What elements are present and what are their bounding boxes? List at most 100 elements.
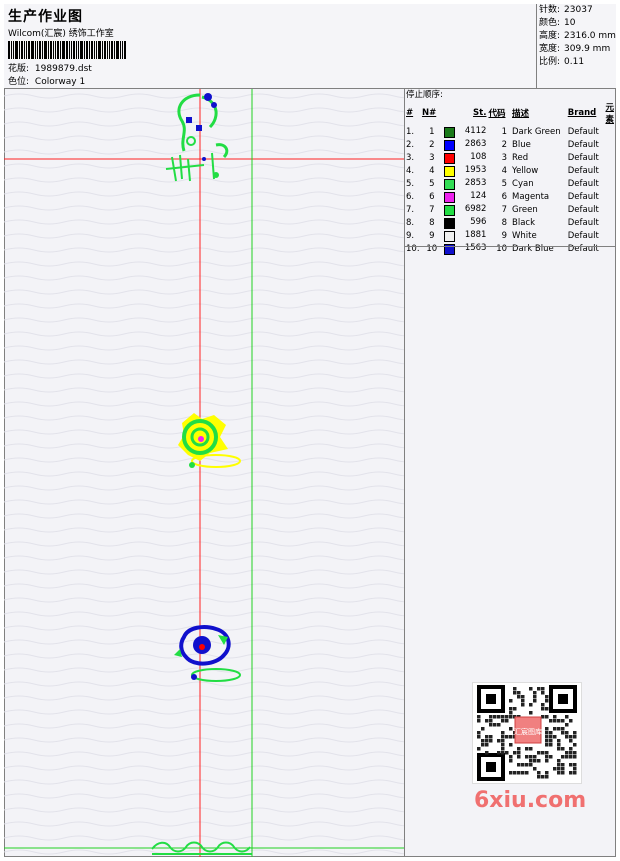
row-code: 10 bbox=[496, 243, 508, 254]
row-code: 2 bbox=[501, 139, 508, 150]
thread-row: 1. 1 4112 1 Dark Green Default bbox=[405, 125, 615, 138]
row-index: 3. bbox=[406, 152, 415, 163]
row-code: 8 bbox=[501, 217, 508, 228]
design-value: 1989879.dst bbox=[34, 64, 92, 74]
info-width: 宽度: 309.9 mm bbox=[539, 44, 611, 54]
sheet-header: 生产作业图 Wilcom(汇宸) 绣饰工作室 花版: 1989879.dst 色… bbox=[4, 4, 616, 89]
row-brand: Default bbox=[567, 139, 599, 150]
thread-color-swatch bbox=[443, 178, 455, 190]
thread-row: 10. 10 1563 10 Dark Blue Default bbox=[405, 242, 615, 255]
panel-divider bbox=[405, 246, 616, 247]
row-code: 9 bbox=[501, 230, 508, 241]
company-name: Wilcom(汇宸) 绣饰工作室 bbox=[8, 29, 114, 39]
row-needle: 5 bbox=[429, 178, 435, 189]
col-element: 元素 bbox=[605, 103, 614, 125]
colorway-line: 色位: Colorway 1 bbox=[8, 74, 85, 87]
row-needle: 1 bbox=[429, 126, 435, 137]
row-stitches: 6982 bbox=[464, 203, 487, 214]
row-needle: 7 bbox=[429, 204, 435, 215]
row-desc: Dark Green bbox=[512, 126, 561, 137]
thread-color-swatch bbox=[443, 152, 455, 164]
barcode-image bbox=[8, 41, 127, 59]
row-needle: 10 bbox=[426, 243, 438, 254]
row-code: 1 bbox=[501, 126, 508, 137]
row-brand: Default bbox=[567, 178, 599, 189]
row-stitches: 2863 bbox=[464, 138, 487, 149]
thread-color-swatch bbox=[443, 217, 455, 229]
watermark-text: 6xiu.com bbox=[474, 788, 587, 813]
thread-color-swatch bbox=[443, 139, 455, 151]
sheet-title: 生产作业图 bbox=[8, 9, 83, 25]
thread-table: # N# St. 代码 描述 Brand 元素 1. 1 4112 1 Dark Gre… bbox=[405, 101, 615, 255]
row-brand: Default bbox=[567, 204, 599, 215]
row-stitches: 2853 bbox=[464, 177, 487, 188]
row-stitches: 108 bbox=[470, 151, 487, 162]
info-scale: 比例: 0.11 bbox=[539, 57, 585, 67]
thread-table-header: # N# St. 代码 描述 Brand 元素 bbox=[405, 101, 615, 125]
row-needle: 8 bbox=[429, 217, 435, 228]
stop-sequence-panel: 停止顺序: # N# St. 代码 描述 Brand 元素 1. 1 4112 1 Da… bbox=[405, 89, 616, 255]
stop-sequence-title: 停止顺序: bbox=[406, 90, 443, 100]
row-element bbox=[604, 177, 615, 190]
row-needle: 2 bbox=[429, 139, 435, 150]
col-brand: Brand bbox=[567, 108, 597, 118]
row-stitches-cell: 596 bbox=[443, 216, 488, 229]
row-desc: Blue bbox=[512, 139, 531, 150]
col-stitches: St. bbox=[473, 108, 487, 118]
row-index: 8. bbox=[406, 217, 415, 228]
row-index: 5. bbox=[406, 178, 415, 189]
thread-color-swatch bbox=[443, 230, 455, 242]
colorway-label: 色位: bbox=[8, 77, 30, 87]
row-brand: Default bbox=[567, 165, 599, 176]
row-desc: Black bbox=[512, 217, 536, 228]
row-element bbox=[604, 203, 615, 216]
row-element bbox=[604, 216, 615, 229]
thread-row: 7. 7 6982 7 Green Default bbox=[405, 203, 615, 216]
row-index: 7. bbox=[406, 204, 415, 215]
row-code: 6 bbox=[501, 191, 508, 202]
embroidery-preview-canvas bbox=[4, 89, 405, 857]
row-index: 4. bbox=[406, 165, 415, 176]
design-file-line: 花版: 1989879.dst bbox=[8, 61, 92, 74]
thread-color-swatch bbox=[443, 191, 455, 203]
row-desc: Yellow bbox=[512, 165, 539, 176]
row-brand: Default bbox=[567, 152, 599, 163]
row-needle: 6 bbox=[429, 191, 435, 202]
row-desc: Red bbox=[512, 152, 529, 163]
row-stitches-cell: 108 bbox=[443, 151, 488, 164]
row-stitches: 1563 bbox=[464, 242, 487, 253]
thread-row: 2. 2 2863 2 Blue Default bbox=[405, 138, 615, 151]
row-code: 3 bbox=[501, 152, 508, 163]
row-code: 7 bbox=[501, 204, 508, 215]
row-stitches-cell: 2853 bbox=[443, 177, 488, 190]
row-element bbox=[604, 151, 615, 164]
qr-code: 汇宸图库 bbox=[472, 682, 582, 784]
row-code: 4 bbox=[501, 165, 508, 176]
row-stitches-cell: 124 bbox=[443, 190, 488, 203]
info-colors: 颜色: 10 bbox=[539, 18, 576, 28]
qr-stamp-text: 汇宸图库 bbox=[514, 727, 542, 736]
row-needle: 4 bbox=[429, 165, 435, 176]
row-index: 10. bbox=[406, 243, 420, 254]
row-element bbox=[604, 242, 615, 255]
row-element bbox=[604, 125, 615, 138]
row-index: 6. bbox=[406, 191, 415, 202]
row-desc: Green bbox=[512, 204, 538, 215]
thread-color-swatch bbox=[443, 165, 455, 177]
row-stitches-cell: 1563 bbox=[443, 242, 488, 255]
thread-color-swatch bbox=[443, 204, 455, 216]
row-brand: Default bbox=[567, 191, 599, 202]
info-stitches: 针数: 23037 bbox=[539, 5, 593, 15]
col-needle: N# bbox=[421, 108, 437, 118]
thread-row: 6. 6 124 6 Magenta Default bbox=[405, 190, 615, 203]
row-stitches: 1881 bbox=[464, 229, 487, 240]
row-stitches-cell: 1953 bbox=[443, 164, 488, 177]
embroidery-design-svg bbox=[4, 89, 404, 857]
row-code: 5 bbox=[501, 178, 508, 189]
thread-row: 5. 5 2853 5 Cyan Default bbox=[405, 177, 615, 190]
row-desc: White bbox=[512, 230, 537, 241]
fabric-texture bbox=[4, 89, 404, 857]
design-label: 花版: bbox=[8, 64, 30, 74]
row-index: 2. bbox=[406, 139, 415, 150]
row-element bbox=[604, 164, 615, 177]
